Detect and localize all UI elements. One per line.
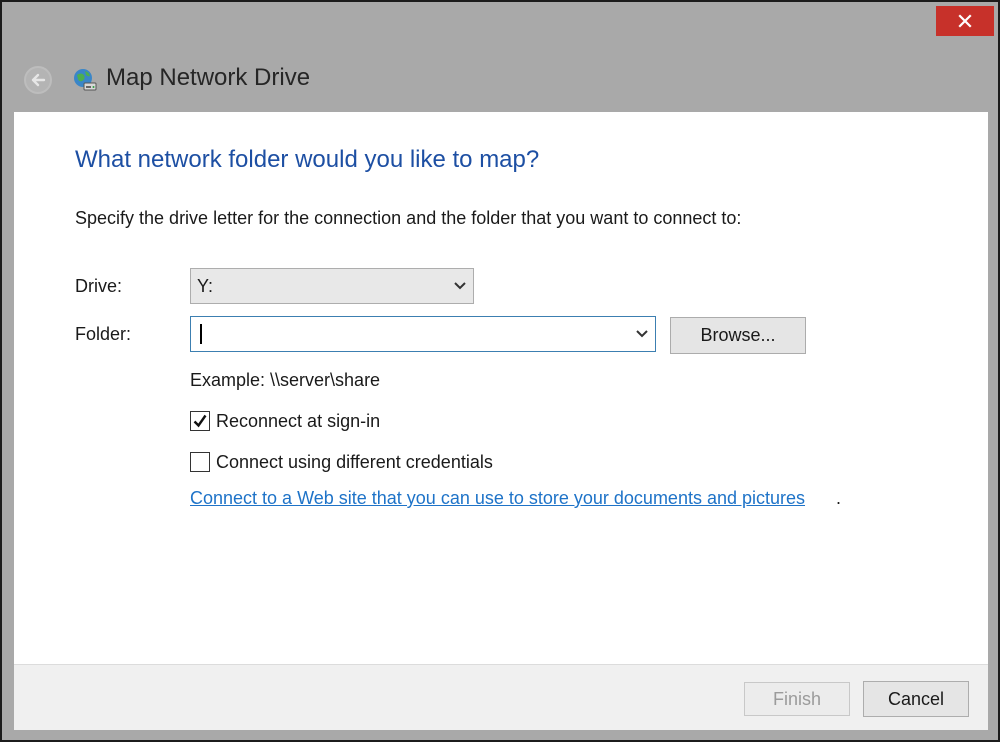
link-period: . [836,488,842,508]
back-arrow-icon [31,73,46,87]
folder-label: Folder: [75,324,132,344]
browse-button[interactable]: Browse... [670,317,806,354]
cancel-button[interactable]: Cancel [863,681,969,717]
folder-input[interactable] [197,321,617,347]
checkmark-icon [193,414,207,428]
close-button[interactable] [936,6,994,36]
drive-selected-value: Y: [197,276,214,296]
folder-combobox[interactable] [190,316,656,352]
reconnect-label: Reconnect at sign-in [216,410,381,431]
title-bar: Map Network Drive [2,2,998,112]
finish-button[interactable]: Finish [744,682,850,716]
chevron-down-icon [454,282,466,290]
window-title: Map Network Drive [106,64,311,91]
drive-label: Drive: [75,276,123,296]
text-caret [200,324,202,344]
credentials-checkbox[interactable] [190,452,210,472]
wizard-content: What network folder would you like to ma… [14,112,988,664]
network-drive-icon [74,69,97,91]
close-icon [958,14,972,28]
map-network-drive-window: Map Network Drive What network folder wo… [0,0,1000,742]
credentials-label: Connect using different credentials [216,451,493,472]
page-heading: What network folder would you like to ma… [75,146,540,173]
example-text: Example: \\server\share [190,370,381,390]
button-bar: Finish Cancel [14,664,988,730]
reconnect-checkbox[interactable] [190,411,210,431]
credentials-option[interactable]: Connect using different credentials [190,451,493,473]
drive-select[interactable]: Y: [190,268,474,304]
instruction-text: Specify the drive letter for the connect… [75,208,742,228]
back-button[interactable] [24,66,52,94]
web-site-link[interactable]: Connect to a Web site that you can use t… [190,488,805,509]
reconnect-option[interactable]: Reconnect at sign-in [190,410,380,432]
chevron-down-icon[interactable] [635,327,649,341]
